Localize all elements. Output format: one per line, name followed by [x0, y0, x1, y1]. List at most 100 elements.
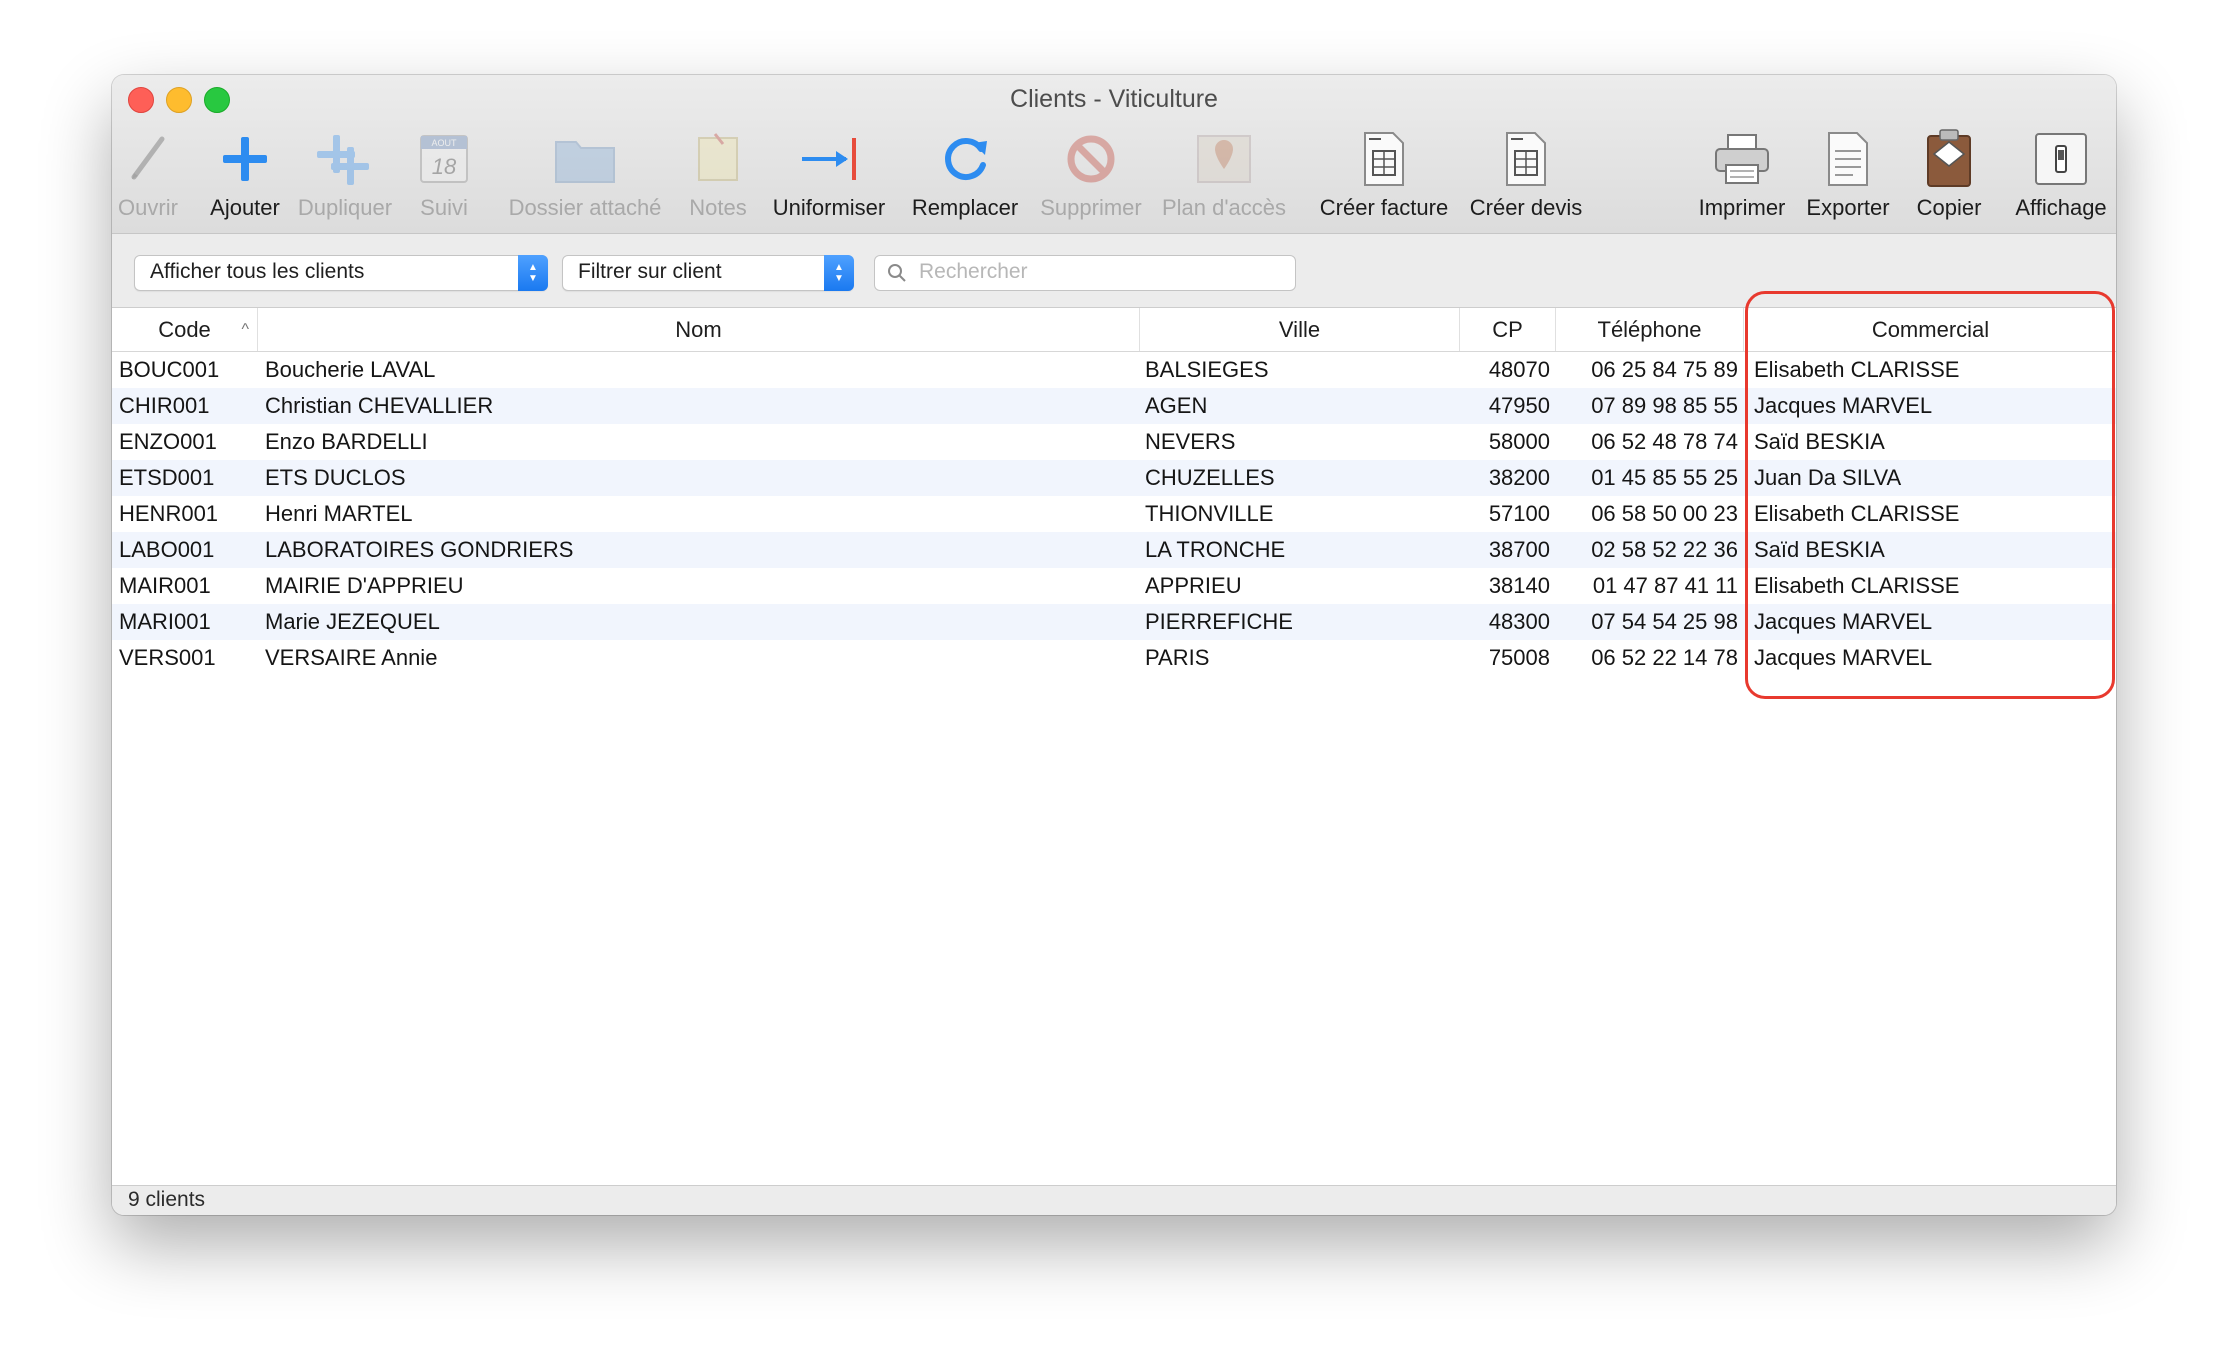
export-button[interactable]: Exporter [1798, 125, 1898, 233]
sort-ascending-icon: ^ [241, 321, 249, 338]
cell-phone: 07 54 54 25 98 [1591, 609, 1738, 634]
cell-phone: 06 52 48 78 74 [1591, 429, 1738, 454]
note-icon [684, 125, 752, 193]
refresh-arrow-icon [931, 125, 999, 193]
clipboard-icon [1915, 125, 1983, 193]
show-clients-select-label: Afficher tous les clients [150, 260, 365, 283]
cell-name: MAIRIE D'APPRIEU [265, 573, 464, 598]
cell-name: Boucherie LAVAL [265, 357, 436, 382]
calendar-icon: AOUT 18 [410, 125, 478, 193]
delete-button[interactable]: Supprimer [1032, 125, 1150, 233]
copy-label: Copier [1916, 195, 1982, 220]
client-count: 9 clients [128, 1188, 206, 1211]
cell-zip: 48070 [1488, 357, 1550, 382]
duplicate-label: Dupliquer [297, 195, 393, 220]
cell-city: APPRIEU [1145, 573, 1242, 598]
followup-label: Suivi [420, 195, 468, 220]
printer-icon [1708, 125, 1776, 193]
search-icon [888, 264, 906, 282]
cell-zip: 75008 [1488, 645, 1550, 670]
replace-button[interactable]: Remplacer [902, 125, 1028, 233]
copy-button[interactable]: Copier [1908, 125, 1990, 233]
create-invoice-label: Créer facture [1319, 195, 1449, 220]
filter-client-select-label: Filtrer sur client [578, 260, 722, 283]
cell-zip: 48300 [1488, 609, 1550, 634]
select-arrows-icon: ▲ ▼ [824, 255, 854, 291]
export-label: Exporter [1806, 195, 1890, 220]
cell-city: THIONVILLE [1145, 501, 1274, 526]
cell-phone: 06 25 84 75 89 [1591, 357, 1738, 382]
column-header-zip[interactable]: CP [1460, 308, 1556, 351]
cell-name: Marie JEZEQUEL [265, 609, 440, 634]
uniformize-button[interactable]: Uniformiser [762, 125, 896, 233]
attached-folder-button[interactable]: Dossier attaché [501, 125, 669, 233]
cell-city: BALSIEGES [1145, 357, 1269, 382]
cell-city: LA TRONCHE [1145, 537, 1286, 562]
cell-name: Henri MARTEL [265, 501, 413, 526]
titlebar: Clients - Viticulture Ouvrir Ajouter Dup… [112, 75, 2116, 234]
search-placeholder: Rechercher [919, 260, 1028, 283]
cell-zip: 38140 [1488, 573, 1550, 598]
cell-name: ETS DUCLOS [265, 465, 406, 490]
print-label: Imprimer [1698, 195, 1786, 220]
duplicate-plus-icon [311, 125, 379, 193]
cell-name: Christian CHEVALLIER [265, 393, 494, 418]
map-pin-icon [1190, 125, 1258, 193]
column-header-code[interactable]: Code ^ [112, 308, 258, 351]
cell-name: LABORATOIRES GONDRIERS [265, 537, 574, 562]
cell-code: BOUC001 [119, 357, 220, 382]
column-header-phone[interactable]: Téléphone [1556, 308, 1744, 351]
cell-city: PIERREFICHE [1145, 609, 1293, 634]
cell-phone: 06 58 50 00 23 [1591, 501, 1738, 526]
cell-code: ENZO001 [119, 429, 217, 454]
pencil-icon [114, 125, 182, 193]
status-bar: 9 clients [112, 1185, 2116, 1215]
commercial-column-highlight [1745, 291, 2115, 699]
open-button[interactable]: Ouvrir [112, 125, 184, 233]
followup-button[interactable]: AOUT 18 Suivi [413, 125, 475, 233]
attached-folder-label: Dossier attaché [508, 195, 662, 220]
cell-city: CHUZELLES [1145, 465, 1275, 490]
filter-client-select[interactable]: Filtrer sur client ▲ ▼ [562, 255, 854, 291]
cell-code: CHIR001 [119, 393, 210, 418]
create-invoice-button[interactable]: Créer facture [1306, 125, 1462, 233]
column-header-name[interactable]: Nom [258, 308, 1140, 351]
display-button[interactable]: Affichage [2002, 125, 2116, 233]
cell-zip: 38700 [1488, 537, 1550, 562]
replace-label: Remplacer [911, 195, 1019, 220]
select-arrows-icon: ▲ ▼ [518, 255, 548, 291]
column-header-city[interactable]: Ville [1140, 308, 1460, 351]
duplicate-button[interactable]: Dupliquer [297, 125, 393, 233]
add-button[interactable]: Ajouter [205, 125, 285, 233]
cell-phone: 01 45 85 55 25 [1591, 465, 1738, 490]
window-title: Clients - Viticulture [1010, 85, 1218, 113]
prohibited-icon [1057, 125, 1125, 193]
delete-label: Supprimer [1040, 195, 1142, 220]
search-input[interactable]: Rechercher [874, 255, 1296, 291]
invoice-document-icon [1350, 125, 1418, 193]
cell-name: Enzo BARDELLI [265, 429, 428, 454]
cell-phone: 07 89 98 85 55 [1591, 393, 1738, 418]
access-map-button[interactable]: Plan d'accès [1156, 125, 1292, 233]
export-document-icon [1814, 125, 1882, 193]
cell-phone: 06 52 22 14 78 [1591, 645, 1738, 670]
cell-zip: 38200 [1488, 465, 1550, 490]
calendar-month-text: AOUT [431, 138, 457, 148]
print-button[interactable]: Imprimer [1688, 125, 1796, 233]
cell-code: LABO001 [119, 537, 215, 562]
folder-icon [551, 125, 619, 193]
show-clients-select[interactable]: Afficher tous les clients ▲ ▼ [134, 255, 548, 291]
display-label: Affichage [2015, 195, 2107, 220]
cell-city: AGEN [1145, 393, 1208, 418]
cell-city: PARIS [1145, 645, 1210, 670]
cell-code: MAIR001 [119, 573, 211, 598]
cell-zip: 57100 [1488, 501, 1550, 526]
create-quote-button[interactable]: Créer devis [1458, 125, 1594, 233]
notes-button[interactable]: Notes [683, 125, 753, 233]
cell-code: HENR001 [119, 501, 219, 526]
cell-zip: 58000 [1488, 429, 1550, 454]
cell-name: VERSAIRE Annie [265, 645, 438, 670]
calendar-day-text: 18 [432, 154, 457, 179]
cell-city: NEVERS [1145, 429, 1236, 454]
display-switch-icon [2027, 125, 2095, 193]
